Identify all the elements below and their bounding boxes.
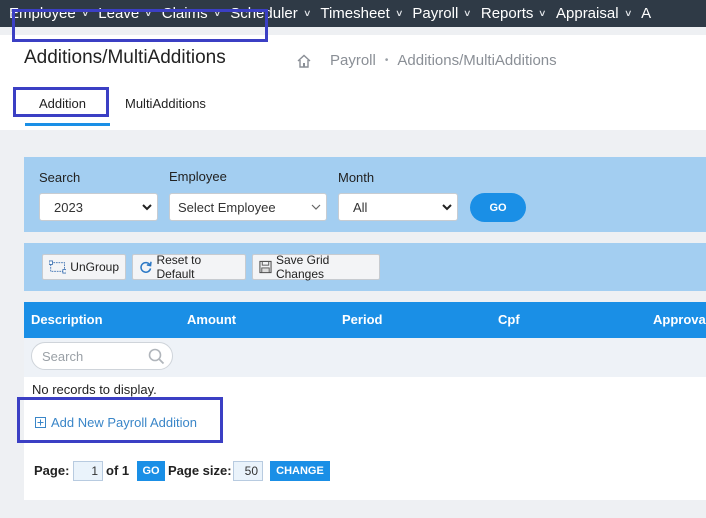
employee-label: Employee [169,169,227,184]
column-header-description[interactable]: Description [31,312,103,327]
pager-size-input[interactable]: 50 [233,461,263,481]
grid-search-placeholder: Search [42,348,84,364]
pager-page-input[interactable]: 1 [73,461,103,481]
refresh-icon [140,261,152,273]
ungroup-icon [49,260,67,274]
title-highlight-box [12,9,268,42]
employee-select-value: Select Employee [178,199,276,215]
nav-label: Timesheet [320,5,390,22]
chevron-down-icon [142,204,152,211]
no-records-text: No records to display. [32,382,157,397]
save-icon [259,260,272,274]
chevron-down-icon: ∨ [538,8,547,18]
nav-label: A [641,5,652,22]
plus-square-icon [35,417,46,428]
page-title: Additions/MultiAdditions [24,47,226,68]
nav-label: Reports [480,5,534,22]
save-grid-changes-button[interactable]: Save Grid Changes [252,253,380,281]
column-header-approval[interactable]: Approva [653,312,706,327]
chevron-down-icon: ∨ [623,8,633,18]
pager-go-button[interactable]: GO [137,461,165,481]
ungroup-button[interactable]: UnGroup [42,254,126,280]
column-header-period[interactable]: Period [342,312,382,327]
reset-default-label: Reset to Default [156,253,202,281]
pager-page-label: Page: [34,463,70,478]
tab-addition[interactable]: Addition [39,96,86,111]
year-select-value: 2023 [54,199,83,215]
save-grid-changes-label: Save Grid Changes [275,253,330,281]
add-new-payroll-addition-link[interactable]: Add New Payroll Addition [35,415,197,430]
pager-of-label: of 1 [106,463,130,478]
nav-appraisal[interactable]: Appraisal ∨ [556,5,633,22]
add-new-label: Add New Payroll Addition [51,415,197,430]
filter-go-button[interactable]: GO [470,193,526,222]
search-icon[interactable] [148,348,165,365]
home-icon[interactable] [296,53,312,69]
search-label: Search [39,170,81,185]
pager-change-button[interactable]: CHANGE [270,461,330,481]
nav-payroll[interactable]: Payroll ∨ [412,5,472,22]
pager-size-label: Page size: [168,463,232,478]
chevron-down-icon: ∨ [302,8,312,18]
nav-timesheet[interactable]: Timesheet ∨ [320,5,404,22]
nav-label: Appraisal [556,5,619,22]
ungroup-label: UnGroup [70,260,119,274]
breadcrumb-current: Additions/MultiAdditions [397,52,557,69]
breadcrumb-separator: • [384,55,389,66]
chevron-down-icon: ∨ [463,8,472,18]
reset-default-button[interactable]: Reset to Default [132,253,246,281]
nav-reports[interactable]: Reports ∨ [480,5,547,22]
chevron-down-icon [442,204,452,211]
nav-more[interactable]: A [641,5,651,22]
year-select[interactable]: 2023 [39,193,158,221]
chevron-down-icon [311,204,321,210]
month-select-value: All [353,199,368,215]
month-label: Month [338,170,375,185]
grid-search-input[interactable]: Search [31,342,173,370]
column-header-cpf[interactable]: Cpf [498,312,520,327]
chevron-down-icon: ∨ [394,8,404,18]
employee-select[interactable]: Select Employee [169,193,327,221]
breadcrumb: Payroll • Additions/MultiAdditions [296,52,557,69]
active-tab-indicator [25,123,110,126]
month-select[interactable]: All [338,193,458,221]
breadcrumb-payroll[interactable]: Payroll [330,52,376,69]
tab-multiadditions[interactable]: MultiAdditions [125,96,206,111]
column-header-amount[interactable]: Amount [187,312,236,327]
nav-label: Payroll [412,5,459,22]
